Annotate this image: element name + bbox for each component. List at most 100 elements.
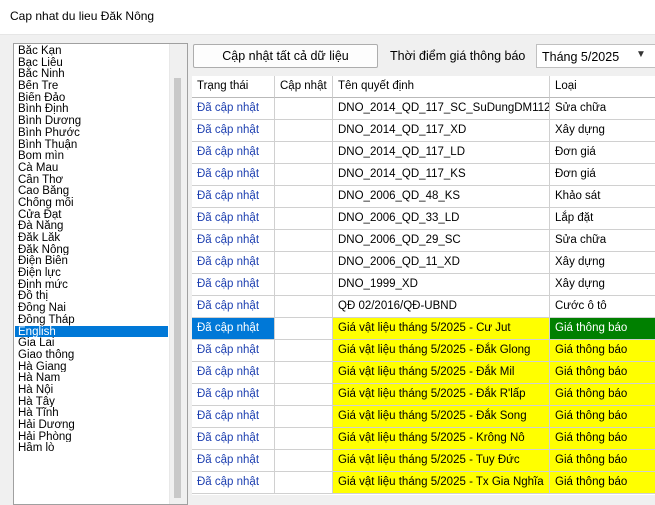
decision-name-cell[interactable]: DNO_1999_XD [333, 274, 550, 296]
status-cell[interactable]: Đã cập nhật [192, 428, 275, 450]
decision-name-cell[interactable]: Giá vật liệu tháng 5/2025 - Cư Jut [333, 318, 550, 340]
type-cell[interactable]: Giá thông báo [550, 472, 655, 494]
update-cell[interactable] [275, 252, 333, 274]
type-cell[interactable]: Lắp đặt [550, 208, 655, 230]
update-cell[interactable] [275, 230, 333, 252]
decision-name-cell[interactable]: Giá vật liệu tháng 5/2025 - Đắk R'lấp [333, 384, 550, 406]
province-item[interactable]: Bình Thuận [15, 139, 168, 151]
province-item[interactable]: Bạc Liêu [15, 57, 168, 69]
province-item[interactable]: Hà Tây [15, 396, 168, 408]
province-item[interactable]: Hà Tĩnh [15, 407, 168, 419]
table-row[interactable]: Đã cập nhật Giá vật liệu tháng 5/2025 - T… [192, 450, 655, 472]
province-item[interactable]: Cao Bằng [15, 185, 168, 197]
province-item[interactable]: Điện lực [15, 267, 168, 279]
decision-name-cell[interactable]: DNO_2014_QD_117_KS [333, 164, 550, 186]
province-item[interactable]: English [15, 325, 168, 338]
status-cell[interactable]: Đã cập nhật [192, 230, 275, 252]
type-cell[interactable]: Giá thông báo [550, 406, 655, 428]
chevron-down-icon[interactable]: ▼ [636, 49, 646, 60]
column-header-status[interactable]: Trạng thái [192, 76, 275, 98]
status-cell[interactable]: Đã cập nhật [192, 362, 275, 384]
province-item[interactable]: Đồng Tháp [15, 314, 168, 326]
update-cell[interactable] [275, 318, 333, 340]
province-item[interactable]: Chống mối [15, 197, 168, 209]
table-row[interactable]: Đã cập nhật QĐ 02/2016/QĐ-UBND Cước ô tô [192, 296, 655, 318]
type-cell[interactable]: Giá thông báo [550, 340, 655, 362]
status-cell[interactable]: Đã cập nhật [192, 252, 275, 274]
price-time-select[interactable]: Tháng 5/2025 ▼ [536, 44, 655, 68]
table-row[interactable]: Đã cập nhật Giá vật liệu tháng 5/2025 - Đ… [192, 362, 655, 384]
status-cell[interactable]: Đã cập nhật [192, 340, 275, 362]
table-row[interactable]: Đã cập nhật DNO_2006_QD_48_KS Khảo sát [192, 186, 655, 208]
type-cell[interactable]: Xây dựng [550, 120, 655, 142]
update-cell[interactable] [275, 208, 333, 230]
status-cell[interactable]: Đã cập nhật [192, 472, 275, 494]
decision-name-cell[interactable]: Giá vật liệu tháng 5/2025 - Đắk Song [333, 406, 550, 428]
province-list-scrollbar[interactable] [169, 44, 187, 504]
update-cell[interactable] [275, 428, 333, 450]
type-cell[interactable]: Sửa chữa [550, 230, 655, 252]
province-item[interactable]: Biển Đảo [15, 92, 168, 104]
province-item[interactable]: Hà Nam [15, 372, 168, 384]
status-cell[interactable]: Đã cập nhật [192, 186, 275, 208]
column-header-update[interactable]: Cập nhật [275, 76, 333, 98]
decision-name-cell[interactable]: Giá vật liệu tháng 5/2025 - Đắk Glong [333, 340, 550, 362]
province-list[interactable]: Bắc Kạn Bạc Liêu Bắc Ninh Bến Tre Biển Đảo Bì… [13, 43, 188, 505]
province-item[interactable]: Bom mìn [15, 150, 168, 162]
status-cell[interactable]: Đã cập nhật [192, 208, 275, 230]
province-item[interactable]: Bắc Kạn [15, 45, 168, 57]
province-item[interactable]: Bến Tre [15, 80, 168, 92]
update-cell[interactable] [275, 98, 333, 120]
update-cell[interactable] [275, 406, 333, 428]
decision-name-cell[interactable]: QĐ 02/2016/QĐ-UBND [333, 296, 550, 318]
table-row[interactable]: Đã cập nhật DNO_2006_QD_33_LD Lắp đặt [192, 208, 655, 230]
status-cell[interactable]: Đã cập nhật [192, 120, 275, 142]
column-header-decision-name[interactable]: Tên quyết định [333, 76, 550, 98]
type-cell[interactable]: Giá thông báo [550, 450, 655, 472]
province-item[interactable]: Cửa Đạt [15, 209, 168, 221]
province-item[interactable]: Đăk Nông [15, 244, 168, 256]
province-item[interactable]: Cà Mau [15, 162, 168, 174]
table-row[interactable]: Đã cập nhật DNO_2014_QD_117_XD Xây dựng [192, 120, 655, 142]
table-row[interactable]: Đã cập nhật DNO_2006_QD_11_XD Xây dựng [192, 252, 655, 274]
table-row[interactable]: Đã cập nhật Giá vật liệu tháng 5/2025 - Đ… [192, 340, 655, 362]
table-row[interactable]: Đã cập nhật DNO_2014_QD_117_SC_SuDungDM11… [192, 98, 655, 120]
type-cell[interactable]: Sửa chữa [550, 98, 655, 120]
status-cell[interactable]: Đã cập nhật [192, 384, 275, 406]
province-item[interactable]: Hải Phòng [15, 431, 168, 443]
update-cell[interactable] [275, 472, 333, 494]
province-item[interactable]: Đồng Nai [15, 302, 168, 314]
type-cell[interactable]: Khảo sát [550, 186, 655, 208]
table-row[interactable]: Đã cập nhật DNO_2014_QD_117_KS Đơn giá [192, 164, 655, 186]
status-cell[interactable]: Đã cập nhật [192, 296, 275, 318]
province-item[interactable]: Đà Nẵng [15, 220, 168, 232]
type-cell[interactable]: Giá thông báo [550, 318, 655, 340]
update-cell[interactable] [275, 362, 333, 384]
type-cell[interactable]: Xây dựng [550, 252, 655, 274]
province-item[interactable]: Bắc Ninh [15, 68, 168, 81]
update-cell[interactable] [275, 164, 333, 186]
type-cell[interactable]: Cước ô tô [550, 296, 655, 318]
table-row[interactable]: Đã cập nhật DNO_1999_XD Xây dựng [192, 274, 655, 296]
province-item[interactable]: Hà Nội [15, 384, 168, 396]
type-cell[interactable]: Đơn giá [550, 142, 655, 164]
status-cell[interactable]: Đã cập nhật [192, 450, 275, 472]
table-row[interactable]: Đã cập nhật Giá vật liệu tháng 5/2025 - C… [192, 318, 655, 340]
update-cell[interactable] [275, 274, 333, 296]
decision-name-cell[interactable]: DNO_2014_QD_117_XD [333, 120, 550, 142]
decision-name-cell[interactable]: DNO_2014_QD_117_LD [333, 142, 550, 164]
province-item[interactable]: Bình Định [15, 103, 168, 116]
type-cell[interactable]: Xây dựng [550, 274, 655, 296]
type-cell[interactable]: Giá thông báo [550, 384, 655, 406]
decision-name-cell[interactable]: Giá vật liệu tháng 5/2025 - Tx Gia Nghĩa [333, 472, 550, 494]
status-cell[interactable]: Đã cập nhật [192, 164, 275, 186]
decision-name-cell[interactable]: DNO_2006_QD_11_XD [333, 252, 550, 274]
column-header-type[interactable]: Loại [550, 76, 655, 98]
update-all-button[interactable]: Cập nhật tất cả dữ liệu [193, 44, 378, 68]
type-cell[interactable]: Đơn giá [550, 164, 655, 186]
type-cell[interactable]: Giá thông báo [550, 428, 655, 450]
status-cell[interactable]: Đã cập nhật [192, 406, 275, 428]
type-cell[interactable]: Giá thông báo [550, 362, 655, 384]
province-item[interactable]: Đắk Lắk [15, 232, 168, 244]
province-item[interactable]: Cần Thơ [15, 174, 168, 186]
